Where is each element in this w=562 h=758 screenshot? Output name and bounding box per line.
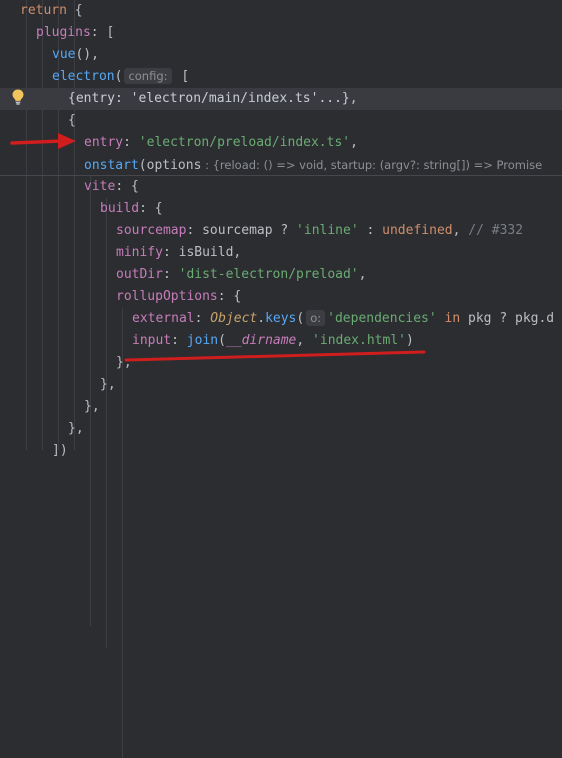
property-token: sourcemap: [116, 223, 187, 238]
code-line[interactable]: ]): [0, 440, 562, 462]
code-editor[interactable]: return { plugins: [ vue(), electron(conf…: [0, 0, 562, 758]
code-line[interactable]: onstart(options : {reload: () => void, s…: [0, 154, 562, 176]
string-token: 'electron/preload/index.ts': [138, 135, 351, 150]
folded-region[interactable]: {entry: 'electron/main/index.ts'...}: [68, 91, 350, 106]
function-token: keys: [265, 311, 297, 326]
punctuation-token: },: [84, 399, 100, 414]
code-line[interactable]: plugins: [: [0, 22, 562, 44]
string-token: 'dist-electron/preload': [178, 267, 359, 282]
identifier-token: pkg: [468, 311, 492, 326]
string-token: 'inline': [296, 223, 359, 238]
lightbulb-icon[interactable]: [10, 88, 26, 106]
parameter-hint: o:: [306, 310, 326, 326]
code-line[interactable]: vite: {: [0, 176, 562, 198]
punctuation-token: :: [186, 223, 203, 238]
identifier-token: sourcemap: [202, 223, 273, 238]
punctuation-token: (),: [75, 47, 99, 62]
keyword-token: undefined: [382, 223, 453, 238]
property-token: build: [100, 201, 140, 216]
code-line[interactable]: rollupOptions: {: [0, 286, 562, 308]
identifier-token: isBuild: [178, 245, 234, 260]
comment-token: // #332: [468, 223, 524, 238]
punctuation-token: },: [100, 377, 116, 392]
property-token: outDir: [116, 267, 163, 282]
punctuation-token: (: [296, 311, 305, 326]
code-line[interactable]: sourcemap: sourcemap ? 'inline' : undefi…: [0, 220, 562, 242]
punctuation-token: ? pkg.d: [491, 311, 555, 326]
red-underline-annotation: [124, 350, 426, 362]
identifier-token: options: [146, 158, 202, 173]
class-token: Object: [210, 311, 258, 326]
punctuation-token: : [: [90, 25, 115, 40]
code-line[interactable]: build: {: [0, 198, 562, 220]
punctuation-token: ,: [233, 245, 242, 260]
type-hint: : {reload: () => void, startup: (argv?: …: [201, 158, 543, 172]
punctuation-token: :: [162, 245, 179, 260]
keyword-token: return: [20, 3, 67, 18]
punctuation-token: (: [114, 69, 123, 84]
function-token: onstart: [84, 158, 139, 173]
property-token: vite: [84, 179, 116, 194]
punctuation-token: ?: [272, 223, 297, 238]
punctuation-token: ,: [349, 91, 358, 106]
punctuation-token: :: [162, 267, 179, 282]
property-token: external: [132, 311, 195, 326]
punctuation-token: ,: [452, 223, 469, 238]
punctuation-token: :: [194, 311, 211, 326]
code-line[interactable]: external: Object.keys(o:'dependencies' i…: [0, 308, 562, 330]
code-line[interactable]: vue(),: [0, 44, 562, 66]
folded-code-line[interactable]: {entry: 'electron/main/index.ts'...},: [0, 88, 562, 110]
punctuation-token: :: [123, 135, 139, 150]
function-token: electron: [52, 69, 115, 84]
punctuation-token: .: [257, 311, 266, 326]
punctuation-token: (: [138, 158, 147, 173]
punctuation-token: :: [358, 223, 383, 238]
punctuation-token: {: [68, 113, 76, 128]
punctuation-token: {: [66, 3, 83, 18]
punctuation-token: ,: [358, 267, 367, 282]
punctuation-token: [: [173, 69, 190, 84]
code-line[interactable]: minify: isBuild,: [0, 242, 562, 264]
property-token: plugins: [36, 25, 91, 40]
code-line[interactable]: {: [0, 110, 562, 132]
punctuation-token: ]): [52, 443, 68, 458]
punctuation-token: : {: [115, 179, 139, 194]
code-line[interactable]: },: [0, 374, 562, 396]
code-line[interactable]: outDir: 'dist-electron/preload',: [0, 264, 562, 286]
code-line[interactable]: entry: 'electron/preload/index.ts',: [0, 132, 562, 154]
property-token: rollupOptions: [116, 289, 218, 304]
property-token: minify: [116, 245, 163, 260]
property-token: entry: [84, 135, 124, 150]
code-line[interactable]: return {: [0, 0, 562, 22]
keyword-token: in: [436, 311, 469, 326]
function-token: vue: [52, 47, 76, 62]
code-line[interactable]: },: [0, 396, 562, 418]
punctuation-token: : {: [139, 201, 163, 216]
code-line[interactable]: },: [0, 418, 562, 440]
code-line[interactable]: electron(config: [: [0, 66, 562, 88]
punctuation-token: },: [68, 421, 84, 436]
red-arrow-annotation: [10, 133, 76, 149]
punctuation-token: : {: [217, 289, 242, 304]
string-token: 'dependencies': [327, 311, 437, 326]
parameter-hint: config:: [124, 68, 172, 84]
punctuation-token: ,: [350, 135, 358, 150]
